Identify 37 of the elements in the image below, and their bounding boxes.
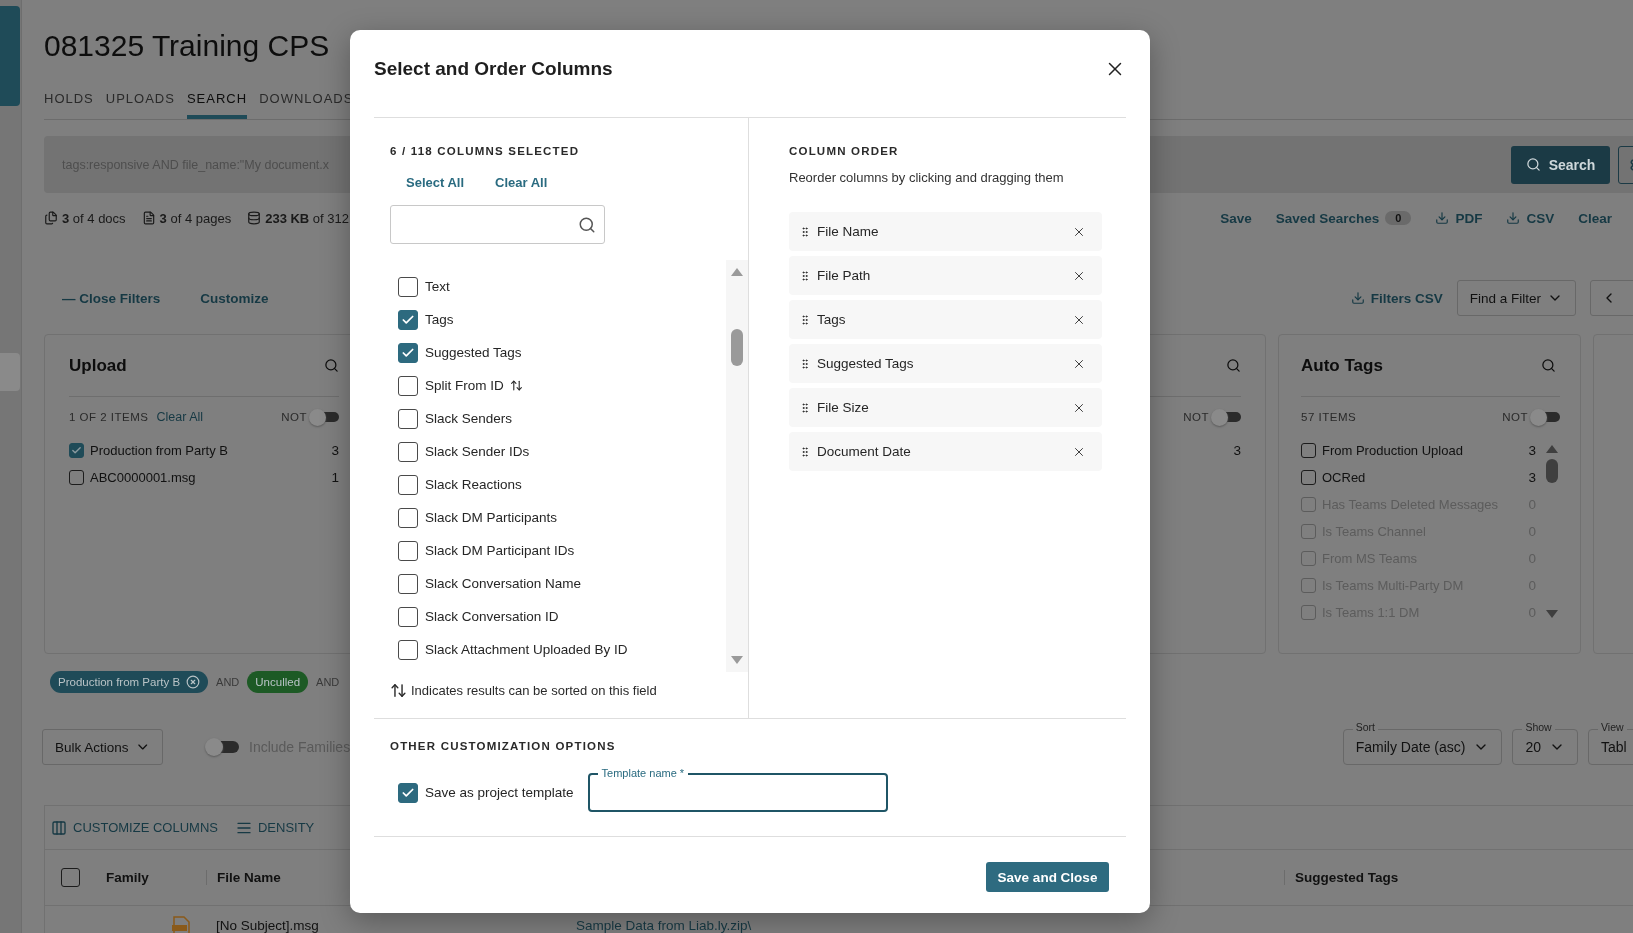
checkbox-label: Save as project template: [425, 785, 574, 800]
field-label: View: [1598, 721, 1627, 734]
order-label: File Path: [817, 268, 872, 283]
field-label: Show: [1522, 721, 1555, 734]
stat-text: 3 of 4 docs: [62, 210, 126, 226]
order-label: Tags: [817, 312, 847, 327]
order-label: Document Date: [817, 444, 912, 459]
not-label: NOT: [1183, 411, 1209, 423]
option-count: 3: [331, 443, 339, 458]
not-label: NOT: [1502, 411, 1528, 423]
item-count: 57 ITEMS: [1301, 411, 1357, 423]
count-badge: 0: [1385, 211, 1412, 225]
item-count: 1 OF 2 ITEMS: [69, 411, 149, 423]
panel-title: Auto Tags: [1301, 355, 1383, 376]
joiner-text: AND: [316, 676, 340, 688]
hint-text: Reorder columns by clicking and dragging them: [789, 171, 1065, 185]
stat-text: 3 of 4 pages: [159, 210, 232, 226]
panel-title: Upload: [69, 355, 127, 376]
section-heading: OTHER CUSTOMIZATION OPTIONS: [390, 739, 617, 753]
option-count: 1: [331, 470, 339, 485]
page-title: 081325 Training CPS: [44, 28, 331, 64]
order-label: Suggested Tags: [817, 356, 915, 371]
table-cell-text: Sample Data from Liab.ly.zip\: [575, 918, 753, 933]
order-label: File Size: [817, 400, 870, 415]
option-count: 3: [1528, 470, 1536, 485]
option-count: 3: [1528, 443, 1536, 458]
not-label: NOT: [281, 411, 307, 423]
joiner-text: AND: [216, 676, 240, 688]
section-heading: COLUMN ORDER: [789, 144, 900, 158]
order-label: File Name: [817, 224, 880, 239]
dialog-title: Select and Order Columns: [374, 57, 613, 81]
note-text: Indicates results can be sorted on this field: [411, 683, 657, 698]
field-label: Sort: [1352, 721, 1378, 734]
stat-text: 233 KB of 312: [265, 210, 349, 226]
option-count: 3: [1233, 443, 1241, 458]
section-heading: 6 / 118 COLUMNS SELECTED: [390, 144, 581, 158]
table-cell-text: [No Subject].msg: [215, 918, 320, 933]
